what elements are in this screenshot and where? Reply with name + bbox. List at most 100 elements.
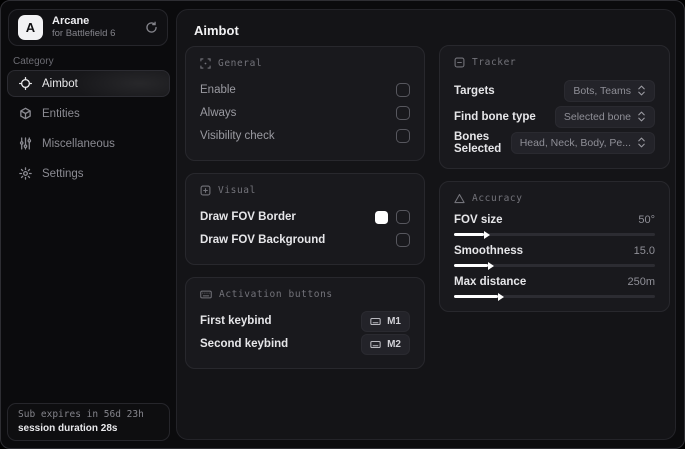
- square-plus-icon: [200, 185, 211, 196]
- setting-row-max-distance: Max distance 250m: [454, 276, 655, 298]
- sidebar-item-label: Aimbot: [42, 77, 78, 90]
- main-panel: Aimbot General Enable Always Visibility …: [176, 9, 676, 440]
- first-keybind-button[interactable]: M1: [361, 310, 410, 332]
- brand-subtitle: for Battlefield 6: [52, 28, 116, 39]
- sidebar-item-entities[interactable]: Entities: [7, 100, 170, 127]
- accuracy-card: Accuracy FOV size 50° Smoothness 15.0 Ma…: [439, 181, 670, 312]
- slider-fill[interactable]: [454, 233, 485, 236]
- slider-fill[interactable]: [454, 264, 489, 267]
- find-bone-type-dropdown[interactable]: Selected bone: [554, 105, 655, 128]
- subscription-info: Sub expires in 56d 23h session duration …: [7, 403, 170, 441]
- accuracy-card-header: Accuracy: [454, 193, 655, 204]
- visual-card: Visual Draw FOV Border Draw FOV Backgrou…: [185, 173, 425, 265]
- draw-fov-background-checkbox[interactable]: [396, 233, 410, 247]
- setting-label: Smoothness: [454, 245, 524, 257]
- setting-row-second-keybind: Second keybind M2: [200, 333, 410, 355]
- slider-value: 250m: [627, 276, 655, 288]
- tracker-card: Tracker Targets Bots, Teams Find bone ty…: [439, 45, 670, 169]
- fov-size-slider[interactable]: [454, 233, 655, 236]
- square-minus-icon: [454, 57, 465, 68]
- right-column: Tracker Targets Bots, Teams Find bone ty…: [439, 45, 670, 312]
- setting-row-enable: Enable: [200, 79, 410, 101]
- sub-expiry-text: Sub expires in 56d 23h: [18, 409, 144, 420]
- app-window: A Arcane for Battlefield 6 Category Aimb…: [0, 0, 685, 449]
- sidebar-item-miscellaneous[interactable]: Miscellaneous: [7, 130, 170, 157]
- sidebar-item-settings[interactable]: Settings: [7, 160, 170, 187]
- setting-label: Targets: [454, 84, 495, 97]
- setting-row-draw-fov-border: Draw FOV Border: [200, 206, 410, 228]
- chevrons-up-down-icon: [637, 137, 646, 148]
- enable-checkbox[interactable]: [396, 83, 410, 97]
- setting-row-visibility-check: Visibility check: [200, 125, 410, 147]
- sidebar-item-label: Entities: [42, 107, 80, 120]
- activation-buttons-card: Activation buttons First keybind M1 Seco…: [185, 277, 425, 369]
- dropdown-value: Head, Neck, Body, Pe...: [519, 136, 631, 149]
- cube-icon: [19, 107, 32, 120]
- visibility-check-checkbox[interactable]: [396, 129, 410, 143]
- slider-value: 50°: [638, 214, 655, 226]
- chevrons-up-down-icon: [637, 85, 646, 96]
- category-label: Category: [13, 56, 54, 67]
- setting-row-fov-size: FOV size 50°: [454, 214, 655, 236]
- setting-label: Draw FOV Background: [200, 234, 326, 246]
- card-title: Visual: [218, 185, 256, 196]
- sidebar-item-label: Miscellaneous: [42, 137, 115, 150]
- slider-value: 15.0: [633, 245, 655, 257]
- setting-row-smoothness: Smoothness 15.0: [454, 245, 655, 267]
- setting-label: Find bone type: [454, 110, 536, 123]
- keyboard-icon: [200, 289, 212, 300]
- session-duration-text: session duration 28s: [18, 423, 118, 434]
- slider-fill[interactable]: [454, 295, 499, 298]
- setting-row-always: Always: [200, 102, 410, 124]
- setting-row-bones-selected: Bones Selected Head, Neck, Body, Pe...: [454, 130, 655, 155]
- card-title: Tracker: [472, 57, 517, 68]
- general-card-header: General: [200, 58, 410, 69]
- keybind-value: M1: [387, 315, 401, 327]
- targets-dropdown[interactable]: Bots, Teams: [564, 79, 655, 102]
- keyboard-icon: [370, 340, 381, 349]
- brand-avatar: A: [18, 15, 43, 40]
- left-column: General Enable Always Visibility check V…: [185, 46, 425, 369]
- keybind-value: M2: [387, 338, 401, 350]
- setting-label: First keybind: [200, 315, 272, 327]
- setting-row-find-bone-type: Find bone type Selected bone: [454, 104, 655, 129]
- setting-label: Always: [200, 107, 237, 119]
- activation-card-header: Activation buttons: [200, 289, 410, 300]
- smoothness-slider[interactable]: [454, 264, 655, 267]
- dropdown-value: Selected bone: [563, 110, 631, 123]
- refresh-icon[interactable]: [145, 21, 158, 34]
- sidebar-item-label: Settings: [42, 167, 84, 180]
- visual-card-header: Visual: [200, 185, 410, 196]
- gear-icon: [19, 167, 32, 180]
- setting-label: Max distance: [454, 276, 527, 288]
- card-title: Accuracy: [472, 193, 523, 204]
- color-swatch[interactable]: [375, 210, 388, 224]
- always-checkbox[interactable]: [396, 106, 410, 120]
- setting-label: Second keybind: [200, 338, 289, 350]
- sidebar-item-aimbot[interactable]: Aimbot: [7, 70, 170, 97]
- page-title: Aimbot: [194, 23, 239, 38]
- tracker-card-header: Tracker: [454, 57, 655, 68]
- brand-text: Arcane for Battlefield 6: [52, 15, 115, 40]
- keyboard-icon: [370, 317, 381, 326]
- draw-fov-border-checkbox[interactable]: [396, 210, 410, 224]
- setting-label: Draw FOV Border: [200, 211, 296, 223]
- setting-row-draw-fov-background: Draw FOV Background: [200, 229, 410, 251]
- setting-label: Bones Selected: [454, 130, 502, 155]
- second-keybind-button[interactable]: M2: [361, 333, 410, 355]
- chevrons-up-down-icon: [637, 111, 646, 122]
- general-card: General Enable Always Visibility check: [185, 46, 425, 161]
- max-distance-slider[interactable]: [454, 295, 655, 298]
- controls-group: [375, 210, 410, 224]
- bones-selected-dropdown[interactable]: Head, Neck, Body, Pe...: [510, 131, 655, 154]
- sidebar: A Arcane for Battlefield 6 Category Aimb…: [1, 1, 176, 448]
- card-title: Activation buttons: [219, 289, 333, 300]
- setting-label: FOV size: [454, 214, 503, 226]
- triangle-icon: [454, 193, 465, 204]
- sidebar-nav: Aimbot Entities Miscellaneous Settings: [7, 70, 170, 187]
- setting-row-first-keybind: First keybind M1: [200, 310, 410, 332]
- brand-card: A Arcane for Battlefield 6: [8, 9, 168, 46]
- crosshair-icon: [19, 77, 32, 90]
- setting-row-targets: Targets Bots, Teams: [454, 78, 655, 103]
- scan-icon: [200, 58, 211, 69]
